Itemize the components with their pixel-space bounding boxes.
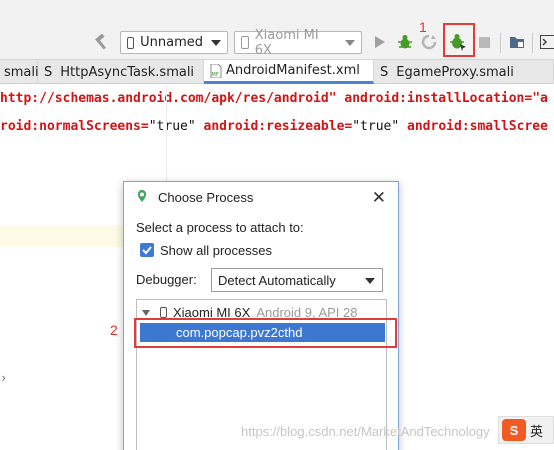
terminal-icon[interactable] [539, 34, 554, 50]
tab-egameproxy[interactable]: S EgameProxy.smali [374, 60, 554, 84]
dialog-titlebar: Choose Process [124, 182, 398, 212]
smali-file-icon: S [380, 64, 389, 80]
toolbar-separator [532, 33, 533, 53]
toolbar-separator [500, 33, 501, 53]
chevron-down-icon [211, 39, 221, 46]
code-attr: android:smallScree [399, 119, 548, 134]
show-all-label[interactable]: Show all processes [160, 243, 272, 258]
phone-icon [160, 307, 167, 318]
tab-smali[interactable]: smali [0, 60, 39, 84]
expand-arrow-icon[interactable] [142, 309, 150, 316]
phone-icon [241, 36, 249, 49]
code-string: "true" [148, 119, 196, 134]
code-line-1: http://schemas.android.com/apk/res/andro… [0, 91, 548, 106]
current-line-highlight [0, 225, 130, 247]
code-string: "true" [352, 119, 400, 134]
stop-icon[interactable] [476, 34, 492, 50]
debugger-select[interactable]: Detect Automatically [211, 268, 383, 292]
tab-label: EgameProxy.smali [396, 64, 514, 80]
debugger-value: Detect Automatically [218, 272, 336, 288]
tab-label: AndroidManifest.xml [226, 63, 360, 78]
run-config-label: Unnamed [140, 35, 203, 50]
checkmark-icon [142, 246, 152, 255]
apply-changes-icon[interactable] [420, 33, 438, 51]
hammer-icon[interactable] [92, 33, 110, 51]
run-icon[interactable] [372, 34, 388, 50]
ime-language: 英 [530, 424, 544, 440]
annotation-label-1: 1 [419, 19, 427, 35]
select-process-prompt: Select a process to attach to: [136, 220, 304, 235]
device-label: Xiaomi MI 6X [254, 27, 319, 58]
watermark: https://blog.csdn.net/MarketAndTechnolog… [241, 424, 490, 439]
smali-file-icon: S [44, 64, 53, 80]
code-attr: android:resizeable= [195, 119, 353, 134]
debugger-label: Debugger: [136, 272, 197, 287]
close-icon[interactable]: ✕ [372, 188, 386, 208]
code-attr: roid:normalScreens= [0, 119, 149, 134]
code-line-2: roid:normalScreens="true" android:resize… [0, 119, 548, 134]
sogou-logo-icon: S [502, 419, 526, 441]
debug-icon[interactable] [396, 33, 414, 51]
chevron-down-icon [345, 39, 355, 46]
device-combo[interactable]: Xiaomi MI 6X [234, 28, 362, 58]
fold-arrow-icon[interactable]: › [0, 371, 7, 385]
android-config-icon [127, 36, 135, 49]
android-studio-icon [136, 189, 148, 206]
sdk-manager-icon[interactable] [508, 33, 526, 51]
annotation-box-2 [134, 318, 397, 348]
manifest-file-icon: MF [210, 63, 222, 78]
tab-label: HttpAsyncTask.smali [60, 64, 195, 80]
annotation-box-1 [443, 23, 475, 57]
run-config-combo[interactable]: Unnamed [120, 31, 228, 54]
choose-process-dialog: Choose Process ✕ Select a process to att… [123, 181, 399, 450]
annotation-label-2: 2 [110, 322, 118, 338]
tab-androidmanifest[interactable]: MF AndroidManifest.xml [204, 60, 374, 84]
dialog-title: Choose Process [158, 189, 254, 205]
ime-indicator[interactable]: S 英 [498, 416, 554, 444]
show-all-checkbox[interactable] [140, 243, 154, 257]
code-text: http://schemas.android.com/apk/res/andro… [0, 91, 548, 106]
tab-label: smali [4, 64, 39, 80]
chevron-down-icon [365, 278, 375, 284]
editor-tabs: smali S HttpAsyncTask.smali MF AndroidMa… [0, 60, 554, 84]
tab-httpasynctask[interactable]: S HttpAsyncTask.smali [38, 60, 204, 84]
svg-text:MF: MF [212, 72, 219, 78]
